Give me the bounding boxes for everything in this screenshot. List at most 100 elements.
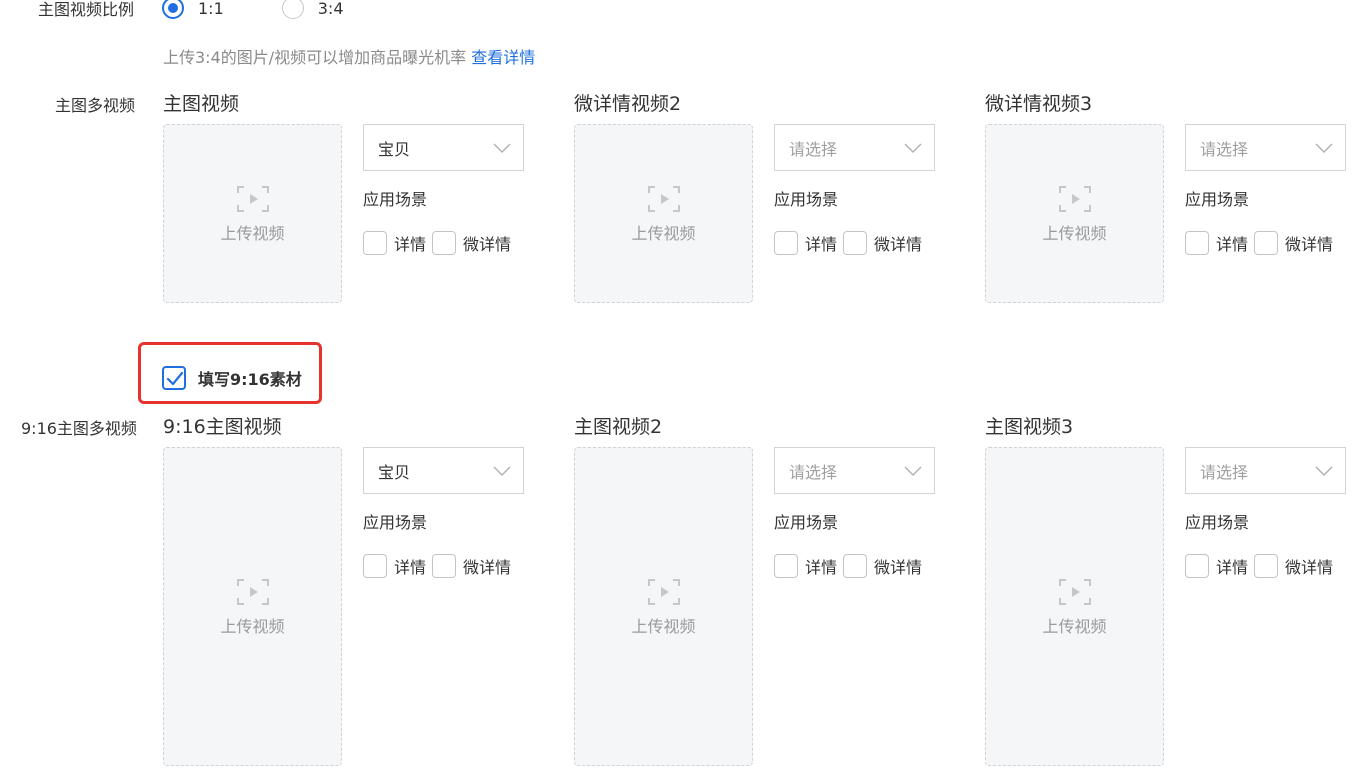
video-group-title: 微详情视频2 <box>574 93 682 115</box>
scene-micro-detail-checkbox[interactable]: 微详情 <box>1254 554 1333 578</box>
video-type-select[interactable]: 请选择 <box>774 447 935 494</box>
radio-label: 3:4 <box>317 0 344 18</box>
section2-label: 9:16主图多视频 <box>21 419 137 438</box>
ratio-hint: 上传3:4的图片/视频可以增加商品曝光机率 查看详情 <box>163 44 535 68</box>
checkbox-box <box>843 231 868 255</box>
video-type-select[interactable]: 请选择 <box>1185 447 1346 494</box>
scene-label: 应用场景 <box>1185 513 1250 532</box>
scene-detail-checkbox[interactable]: 详情 <box>774 231 837 255</box>
checkbox-label: 详情 <box>805 558 838 577</box>
checkbox-box <box>363 231 387 255</box>
checkbox-box <box>774 231 798 255</box>
video-group-title: 主图视频 <box>163 93 240 115</box>
radio-label: 1:1 <box>198 0 224 18</box>
upload-video-area[interactable]: 上传视频 <box>985 124 1164 303</box>
scene-label: 应用场景 <box>774 513 839 532</box>
chevron-down-icon <box>904 466 922 476</box>
scene-options: 详情 微详情 <box>1185 231 1339 255</box>
video-group: 主图视频3 上传视频 请选择 应用场景 详情 微详情 <box>985 412 1355 766</box>
scene-detail-checkbox[interactable]: 详情 <box>363 554 426 578</box>
checkbox-label: 详情 <box>1216 235 1249 254</box>
checkbox-box <box>363 554 387 578</box>
upload-video-area[interactable]: 上传视频 <box>574 124 753 303</box>
video-settings-page: 主图视频比例 1:1 3:4 上传3:4的图片/视频可以增加商品曝光机率 查看详… <box>0 0 1365 772</box>
radio-1-1[interactable]: 1:1 <box>162 0 224 19</box>
scene-options: 详情 微详情 <box>363 231 517 255</box>
checkbox-box <box>1254 231 1279 255</box>
upload-video-area[interactable]: 上传视频 <box>163 447 342 766</box>
scene-micro-detail-checkbox[interactable]: 微详情 <box>843 554 922 578</box>
checkbox-label: 微详情 <box>463 558 512 577</box>
chevron-down-icon <box>1315 466 1333 476</box>
scene-micro-detail-checkbox[interactable]: 微详情 <box>432 231 511 255</box>
video-upload-icon <box>236 185 269 212</box>
checkbox-label: 详情 <box>805 235 838 254</box>
video-upload-icon <box>1058 185 1091 212</box>
scene-detail-checkbox[interactable]: 详情 <box>363 231 426 255</box>
checkbox-box <box>432 554 457 578</box>
chevron-down-icon <box>1315 143 1333 153</box>
video-type-select[interactable]: 请选择 <box>1185 124 1346 171</box>
checkbox-label: 微详情 <box>874 235 923 254</box>
scene-label: 应用场景 <box>1185 190 1250 209</box>
radio-3-4[interactable]: 3:4 <box>281 0 344 19</box>
checkbox-box <box>843 554 868 578</box>
check-icon <box>166 371 184 386</box>
checkbox-label: 微详情 <box>874 558 923 577</box>
section1-label: 主图多视频 <box>55 96 136 115</box>
scene-options: 详情 微详情 <box>1185 554 1339 578</box>
select-value: 宝贝 <box>378 139 411 159</box>
upload-video-area[interactable]: 上传视频 <box>985 447 1164 766</box>
checkbox-box <box>1185 231 1209 255</box>
video-upload-icon <box>1058 578 1091 605</box>
video-type-select[interactable]: 宝贝 <box>363 447 524 494</box>
checkbox-label: 详情 <box>1216 558 1249 577</box>
checkbox-label: 详情 <box>394 558 427 577</box>
chevron-down-icon <box>493 143 511 153</box>
upload-label: 上传视频 <box>631 223 696 243</box>
video-upload-icon <box>236 578 269 605</box>
hint-text: 上传3:4的图片/视频可以增加商品曝光机率 <box>163 48 467 67</box>
video-type-select[interactable]: 宝贝 <box>363 124 524 171</box>
upload-label: 上传视频 <box>1042 616 1107 636</box>
upload-label: 上传视频 <box>1042 223 1107 243</box>
checkbox-label: 微详情 <box>1285 558 1334 577</box>
scene-options: 详情 微详情 <box>774 554 928 578</box>
ratio-radio-group: 1:1 3:4 <box>162 0 392 19</box>
scene-detail-checkbox[interactable]: 详情 <box>1185 231 1248 255</box>
scene-micro-detail-checkbox[interactable]: 微详情 <box>1254 231 1333 255</box>
checkbox-box <box>1254 554 1279 578</box>
upload-video-area[interactable]: 上传视频 <box>163 124 342 303</box>
upload-video-area[interactable]: 上传视频 <box>574 447 753 766</box>
checkbox-label: 详情 <box>394 235 427 254</box>
scene-micro-detail-checkbox[interactable]: 微详情 <box>432 554 511 578</box>
view-details-link[interactable]: 查看详情 <box>471 48 535 67</box>
select-value: 宝贝 <box>378 462 411 482</box>
scene-micro-detail-checkbox[interactable]: 微详情 <box>843 231 922 255</box>
video-group-title: 微详情视频3 <box>985 93 1093 115</box>
video-group: 微详情视频2 上传视频 请选择 应用场景 详情 微详情 <box>574 89 944 303</box>
video-group: 主图视频2 上传视频 请选择 应用场景 详情 微详情 <box>574 412 944 766</box>
video-group: 微详情视频3 上传视频 请选择 应用场景 详情 微详情 <box>985 89 1355 303</box>
fill-916-checkbox[interactable]: 填写9:16素材 <box>162 366 302 390</box>
video-upload-icon <box>647 578 680 605</box>
scene-options: 详情 微详情 <box>774 231 928 255</box>
scene-detail-checkbox[interactable]: 详情 <box>1185 554 1248 578</box>
checkbox-label: 微详情 <box>463 235 512 254</box>
chevron-down-icon <box>493 466 511 476</box>
scene-detail-checkbox[interactable]: 详情 <box>774 554 837 578</box>
upload-label: 上传视频 <box>220 616 285 636</box>
upload-label: 上传视频 <box>220 223 285 243</box>
select-value: 请选择 <box>1200 139 1249 159</box>
radio-circle <box>162 0 184 19</box>
radio-circle <box>281 0 304 19</box>
ratio-label: 主图视频比例 <box>38 0 135 19</box>
scene-options: 详情 微详情 <box>363 554 517 578</box>
checkbox-box <box>1185 554 1209 578</box>
checkbox-label: 微详情 <box>1285 235 1334 254</box>
video-group-title: 主图视频2 <box>574 416 663 438</box>
checkbox-label: 填写9:16素材 <box>198 370 302 389</box>
scene-label: 应用场景 <box>363 513 428 532</box>
video-type-select[interactable]: 请选择 <box>774 124 935 171</box>
select-value: 请选择 <box>789 139 838 159</box>
